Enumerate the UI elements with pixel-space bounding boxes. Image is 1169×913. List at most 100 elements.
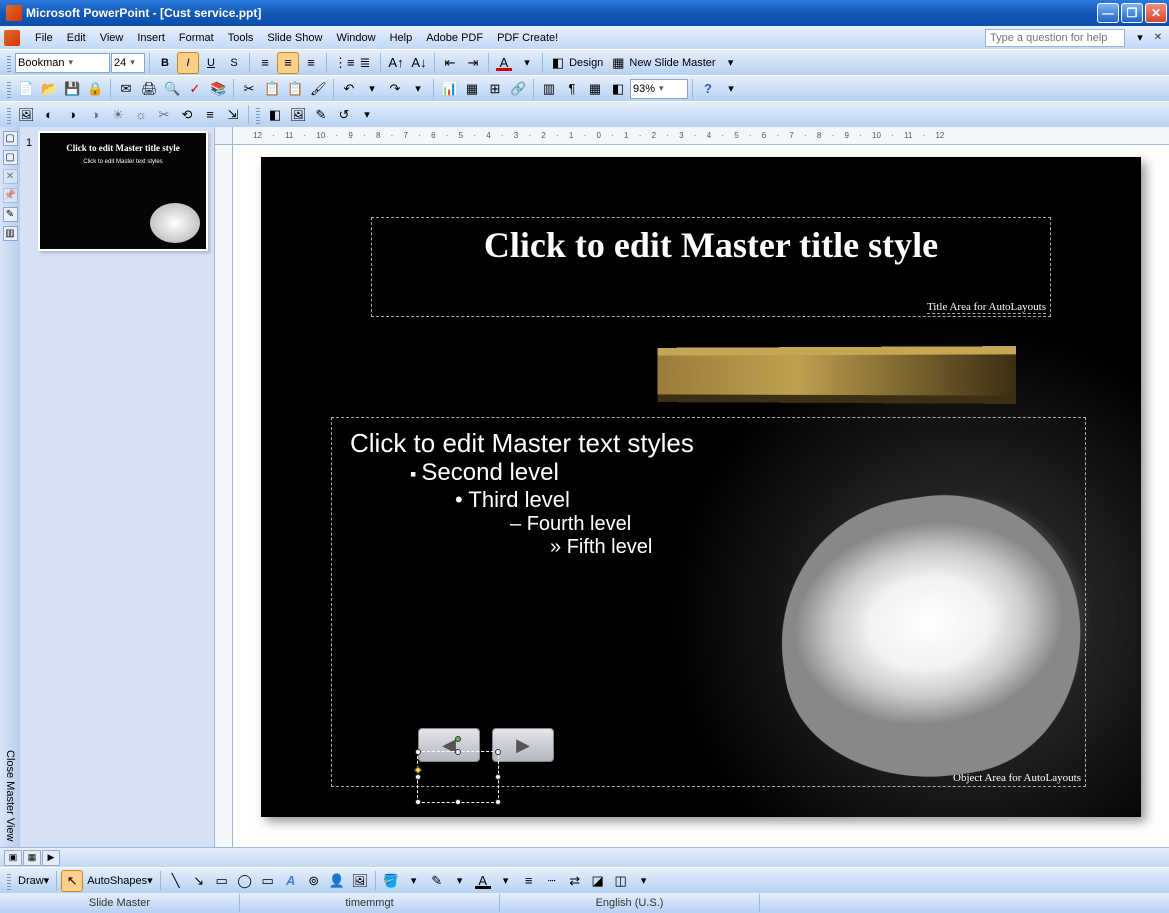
mv-insert-slide-master[interactable]: ▢ bbox=[3, 131, 18, 146]
align-center-button[interactable]: ≡ bbox=[277, 52, 299, 74]
underline-button[interactable]: U bbox=[200, 52, 222, 74]
less-contrast-button[interactable]: ◑ bbox=[84, 104, 106, 126]
menu-pdf-create[interactable]: PDF Create! bbox=[490, 30, 565, 46]
draw-menu-button[interactable]: Draw ▾ bbox=[15, 870, 52, 892]
arrow-style-button[interactable]: ⇄ bbox=[564, 870, 586, 892]
font-color-dropdown-2[interactable]: ▾ bbox=[495, 870, 517, 892]
undo-dropdown[interactable]: ▾ bbox=[361, 78, 383, 100]
copy-button[interactable]: 📋 bbox=[261, 78, 283, 100]
design-button[interactable]: ◧ Design bbox=[547, 52, 606, 74]
help-question-input[interactable] bbox=[985, 29, 1125, 47]
print-preview-button[interactable]: 🔍 bbox=[161, 78, 183, 100]
oval-button[interactable]: ◯ bbox=[234, 870, 256, 892]
doc-close-button[interactable]: ✕ bbox=[1151, 31, 1165, 45]
menu-file[interactable]: File bbox=[28, 30, 60, 46]
rotate-button[interactable]: ⟲ bbox=[176, 104, 198, 126]
diagram-button[interactable]: ⊚ bbox=[303, 870, 325, 892]
help-dropdown[interactable]: ▾ bbox=[1129, 27, 1151, 49]
open-button[interactable]: 📂 bbox=[38, 78, 60, 100]
menu-window[interactable]: Window bbox=[329, 30, 382, 46]
increase-font-button[interactable]: A↑ bbox=[385, 52, 407, 74]
new-slide-master-button[interactable]: ▦ New Slide Master bbox=[607, 52, 718, 74]
menu-adobe-pdf[interactable]: Adobe PDF bbox=[419, 30, 490, 46]
maximize-button[interactable]: ❐ bbox=[1121, 3, 1143, 23]
menu-slideshow[interactable]: Slide Show bbox=[260, 30, 329, 46]
undo-button[interactable]: ↶ bbox=[338, 78, 360, 100]
fill-color-dropdown[interactable]: ▾ bbox=[403, 870, 425, 892]
textbox-button[interactable]: ▭ bbox=[257, 870, 279, 892]
italic-button[interactable]: I bbox=[177, 52, 199, 74]
numbered-list-button[interactable]: ⋮≡ bbox=[331, 52, 353, 74]
menu-format[interactable]: Format bbox=[172, 30, 221, 46]
insert-table-button[interactable]: ▦ bbox=[461, 78, 483, 100]
crop-button[interactable]: ✂ bbox=[153, 104, 175, 126]
select-objects-button[interactable]: ↖ bbox=[61, 870, 83, 892]
email-button[interactable]: ✉ bbox=[115, 78, 137, 100]
align-right-button[interactable]: ≡ bbox=[300, 52, 322, 74]
show-formatting-button[interactable]: ¶ bbox=[561, 78, 583, 100]
clipart-button[interactable]: 👤 bbox=[326, 870, 348, 892]
vertical-ruler[interactable] bbox=[215, 145, 233, 847]
toolbar-handle[interactable] bbox=[7, 54, 11, 72]
format-picture-button[interactable]: 🖼 bbox=[287, 104, 309, 126]
status-language[interactable]: English (U.S.) bbox=[500, 894, 760, 912]
font-size-select[interactable]: 24▾ bbox=[111, 53, 145, 73]
more-contrast-button[interactable]: ◑ bbox=[61, 104, 83, 126]
redo-dropdown[interactable]: ▾ bbox=[407, 78, 429, 100]
compress-button[interactable]: ⇲ bbox=[222, 104, 244, 126]
menu-help[interactable]: Help bbox=[383, 30, 420, 46]
normal-view-button[interactable]: ▣ bbox=[4, 850, 22, 866]
transparent-button[interactable]: ✎ bbox=[310, 104, 332, 126]
body-level-1[interactable]: Click to edit Master text styles bbox=[350, 428, 1067, 459]
print-button[interactable]: 🖨 bbox=[138, 78, 160, 100]
menu-edit[interactable]: Edit bbox=[60, 30, 93, 46]
slide-master[interactable]: Click to edit Master title style Title A… bbox=[261, 157, 1141, 817]
slide-sorter-view-button[interactable]: ▦ bbox=[23, 850, 41, 866]
minimize-button[interactable]: — bbox=[1097, 3, 1119, 23]
autoshapes-button[interactable]: AutoShapes ▾ bbox=[84, 870, 155, 892]
rectangle-button[interactable]: ▭ bbox=[211, 870, 233, 892]
show-grid-button[interactable]: ▦ bbox=[584, 78, 606, 100]
master-title-placeholder[interactable]: Click to edit Master title style Title A… bbox=[371, 217, 1051, 317]
mv-delete-master[interactable]: ✕ bbox=[3, 169, 18, 184]
color-button[interactable]: ◐ bbox=[38, 104, 60, 126]
font-color-dropdown[interactable]: ▾ bbox=[516, 52, 538, 74]
shadow-style-button[interactable]: ◪ bbox=[587, 870, 609, 892]
expand-button[interactable]: ▥ bbox=[538, 78, 560, 100]
font-select[interactable]: Bookman▾ bbox=[15, 53, 110, 73]
bold-button[interactable]: B bbox=[154, 52, 176, 74]
menu-insert[interactable]: Insert bbox=[130, 30, 172, 46]
recolor-button[interactable]: ◧ bbox=[264, 104, 286, 126]
insert-picture-button[interactable]: 🖼 bbox=[15, 104, 37, 126]
zoom-select[interactable]: 93%▾ bbox=[630, 79, 688, 99]
toolbar-options-3[interactable]: ▾ bbox=[356, 104, 378, 126]
reset-button[interactable]: ↺ bbox=[333, 104, 355, 126]
more-brightness-button[interactable]: ☀ bbox=[107, 104, 129, 126]
toolbar-options-2[interactable]: ▾ bbox=[720, 78, 742, 100]
font-color-button-2[interactable]: A bbox=[472, 870, 494, 892]
permission-button[interactable]: 🔒 bbox=[84, 78, 106, 100]
document-icon[interactable] bbox=[4, 30, 20, 46]
less-brightness-button[interactable]: ☼ bbox=[130, 104, 152, 126]
body-level-5[interactable]: Fifth level bbox=[550, 536, 1067, 559]
master-body-placeholder[interactable]: Click to edit Master text styles Second … bbox=[331, 417, 1086, 787]
insert-picture-button-2[interactable]: 🖼 bbox=[349, 870, 371, 892]
font-color-button[interactable]: A bbox=[493, 52, 515, 74]
decrease-indent-button[interactable]: ⇤ bbox=[439, 52, 461, 74]
toolbar-options-4[interactable]: ▾ bbox=[633, 870, 655, 892]
help-button[interactable]: ? bbox=[697, 78, 719, 100]
insert-hyperlink-button[interactable]: 🔗 bbox=[507, 78, 529, 100]
insert-chart-button[interactable]: 📊 bbox=[438, 78, 460, 100]
save-button[interactable]: 💾 bbox=[61, 78, 83, 100]
research-button[interactable]: 📚 bbox=[207, 78, 229, 100]
close-button[interactable]: ✕ bbox=[1145, 3, 1167, 23]
slideshow-view-button[interactable]: ▶ bbox=[42, 850, 60, 866]
new-button[interactable]: 📄 bbox=[15, 78, 37, 100]
toolbar-handle[interactable] bbox=[7, 872, 11, 890]
increase-indent-button[interactable]: ⇥ bbox=[462, 52, 484, 74]
master-title-text[interactable]: Click to edit Master title style bbox=[378, 224, 1044, 266]
line-style-button-2[interactable]: ≡ bbox=[518, 870, 540, 892]
line-button[interactable]: ╲ bbox=[165, 870, 187, 892]
redo-button[interactable]: ↷ bbox=[384, 78, 406, 100]
color-grayscale-button[interactable]: ◧ bbox=[607, 78, 629, 100]
